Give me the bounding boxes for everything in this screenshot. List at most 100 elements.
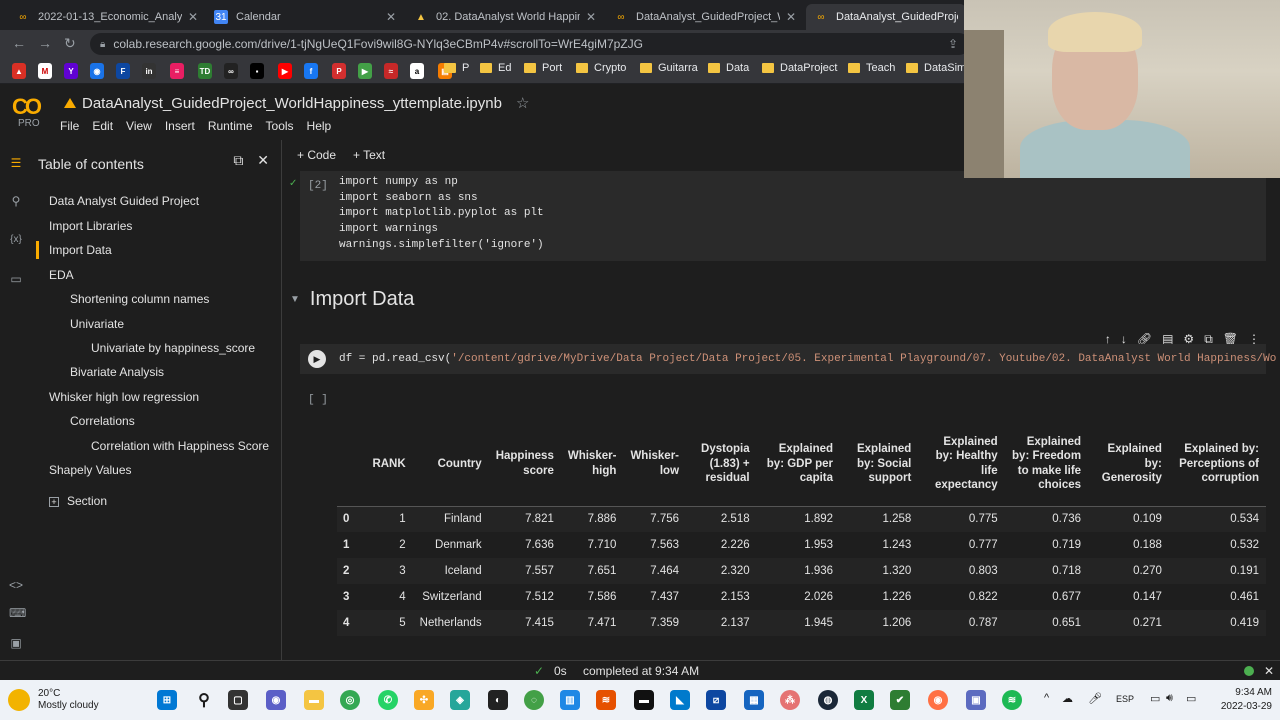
code-cell[interactable]: [2] import numpy as np import seaborn as… <box>300 171 1266 261</box>
browser-tab[interactable]: 31 Calendar ✕ <box>206 4 404 30</box>
search-icon[interactable]: ⚲ <box>194 690 214 710</box>
microphone-icon[interactable]: 🎤︎ <box>1088 692 1102 705</box>
add-text-button[interactable]: + Text <box>353 148 385 162</box>
toc-item[interactable]: Import Libraries <box>49 219 132 233</box>
url-input[interactable]: 🔒︎ colab.research.google.com/drive/1-tjN… <box>90 33 970 55</box>
close-tab-icon[interactable]: ✕ <box>386 10 396 24</box>
app-icon[interactable]: ✔ <box>890 690 910 710</box>
browser-tab-active[interactable]: ∞ DataAnalyst_GuidedProject_W <box>806 4 966 30</box>
code-snippets-icon[interactable]: <> <box>9 578 23 592</box>
youtube-icon[interactable]: ▶ <box>278 63 292 79</box>
toc-item[interactable]: Correlations <box>70 414 135 428</box>
language-indicator[interactable]: ESP <box>1116 694 1134 704</box>
bookmark-icon[interactable]: ∞ <box>224 63 238 79</box>
toc-item[interactable]: Data Analyst Guided Project <box>49 194 199 208</box>
calculator-icon[interactable]: ▦ <box>744 690 764 710</box>
menu-file[interactable]: File <box>60 119 79 133</box>
bookmark-icon[interactable]: ≈ <box>384 63 398 79</box>
app-icon[interactable]: ◉ <box>928 690 948 710</box>
run-cell-button[interactable]: ▶ <box>308 350 326 368</box>
close-icon[interactable]: ✕ <box>1264 664 1274 678</box>
menu-tools[interactable]: Tools <box>266 119 294 133</box>
file-explorer-icon[interactable]: ▬ <box>304 690 324 710</box>
windows-start-icon[interactable]: ⊞ <box>157 690 177 710</box>
app-icon[interactable]: ◐ <box>488 690 508 710</box>
bookmark-icon[interactable]: ▶ <box>358 63 372 79</box>
browser-tab[interactable]: ∞ DataAnalyst_GuidedProject_World ✕ <box>606 4 804 30</box>
app-icon[interactable]: ◌ <box>524 690 544 710</box>
close-icon[interactable]: ✕ <box>257 152 269 168</box>
steam-icon[interactable]: ◍ <box>818 690 838 710</box>
toc-item[interactable]: Shortening column names <box>70 292 209 306</box>
add-code-button[interactable]: + Code <box>297 148 336 162</box>
network-icon[interactable]: ▭ <box>1150 692 1160 705</box>
close-tab-icon[interactable]: ✕ <box>586 10 596 24</box>
close-tab-icon[interactable]: ✕ <box>786 10 796 24</box>
app-icon[interactable]: ✣ <box>414 690 434 710</box>
variables-icon[interactable]: {x} <box>9 234 23 245</box>
cloud-icon[interactable]: ☁ <box>1062 692 1073 705</box>
command-palette-icon[interactable]: ⌨ <box>9 606 26 620</box>
forward-icon[interactable]: → <box>38 35 52 51</box>
excel-icon[interactable]: X <box>854 690 874 710</box>
code-cell-active[interactable]: ▶ df = pd.read_csv('/content/gdrive/MyDr… <box>300 344 1276 374</box>
bookmark-folder-datasimp[interactable]: DataSimp <box>906 62 972 74</box>
app-icon[interactable]: ⧄ <box>706 690 726 710</box>
add-section-button[interactable]: + Section <box>49 494 107 508</box>
bookmark-icon[interactable]: F <box>116 63 130 79</box>
browser-tab[interactable]: ∞ 2022-01-13_Economic_Analytics_A ✕ <box>8 4 206 30</box>
bookmark-icon[interactable]: ▲ <box>12 63 26 79</box>
open-in-tab-icon[interactable]: ⧉ <box>233 152 243 168</box>
collapse-triangle-icon[interactable]: ▼ <box>290 294 300 305</box>
toc-item[interactable]: Correlation with Happiness Score <box>91 439 269 453</box>
search-icon[interactable]: ⚲ <box>9 194 23 208</box>
terminal-icon[interactable]: ▣ <box>9 636 23 650</box>
toc-item[interactable]: Shapely Values <box>49 463 132 477</box>
toc-item[interactable]: Bivariate Analysis <box>70 365 164 379</box>
menu-view[interactable]: View <box>126 119 152 133</box>
clock[interactable]: 9:34 AM 2022-03-29 <box>1221 686 1272 714</box>
app-icon[interactable]: ≋ <box>596 690 616 710</box>
bookmark-folder-data[interactable]: Data <box>708 62 749 74</box>
vscode-icon[interactable]: ◣ <box>670 690 690 710</box>
bookmark-icon[interactable]: P <box>332 63 346 79</box>
folder-icon[interactable]: ▭ <box>9 272 23 286</box>
bookmark-icon[interactable]: in <box>142 63 156 79</box>
menu-runtime[interactable]: Runtime <box>208 119 253 133</box>
bookmark-folder-teach[interactable]: Teach <box>848 62 895 74</box>
bookmark-folder-guitarra[interactable]: Guitarra <box>640 62 698 74</box>
bookmark-folder-dataproject[interactable]: DataProject <box>762 62 837 74</box>
app-icon[interactable]: ◈ <box>450 690 470 710</box>
bookmark-folder-p[interactable]: P <box>444 62 469 74</box>
section-heading[interactable]: ▼ Import Data <box>290 288 414 311</box>
menu-help[interactable]: Help <box>307 119 332 133</box>
toc-item[interactable]: Whisker high low regression <box>49 390 199 404</box>
bookmark-icon[interactable]: ≡ <box>170 63 184 79</box>
gmail-icon[interactable]: M <box>38 63 52 79</box>
share-icon[interactable]: ⇪ <box>948 37 958 51</box>
close-tab-icon[interactable]: ✕ <box>188 10 198 24</box>
facebook-icon[interactable]: f <box>304 63 318 79</box>
runtime-connected-icon[interactable] <box>1244 666 1254 676</box>
yahoo-icon[interactable]: Y <box>64 63 78 79</box>
toc-item[interactable]: Univariate <box>70 317 124 331</box>
notebook-title[interactable]: DataAnalyst_GuidedProject_WorldHappiness… <box>64 94 529 112</box>
bookmark-icon[interactable]: ▪ <box>250 63 264 79</box>
volume-icon[interactable]: 🔊︎ <box>1166 692 1173 705</box>
star-icon[interactable]: ☆ <box>516 94 529 112</box>
toc-item-active[interactable]: Import Data <box>49 243 112 257</box>
app-icon[interactable]: ⁂ <box>780 690 800 710</box>
amazon-icon[interactable]: a <box>410 63 424 79</box>
reload-icon[interactable]: ↻ <box>64 35 76 52</box>
menu-edit[interactable]: Edit <box>92 119 113 133</box>
spotify-icon[interactable]: ≋ <box>1002 690 1022 710</box>
whatsapp-icon[interactable]: ✆ <box>378 690 398 710</box>
app-icon[interactable]: ▥ <box>560 690 580 710</box>
menu-insert[interactable]: Insert <box>165 119 195 133</box>
bookmark-icon[interactable]: ◉ <box>90 63 104 79</box>
app-icon[interactable]: ▬ <box>634 690 654 710</box>
tray-overflow-icon[interactable]: ^ <box>1044 692 1049 704</box>
weather-widget[interactable]: 20°C Mostly cloudy <box>8 688 99 712</box>
toc-item[interactable]: EDA <box>49 268 74 282</box>
td-icon[interactable]: TD <box>198 63 212 79</box>
